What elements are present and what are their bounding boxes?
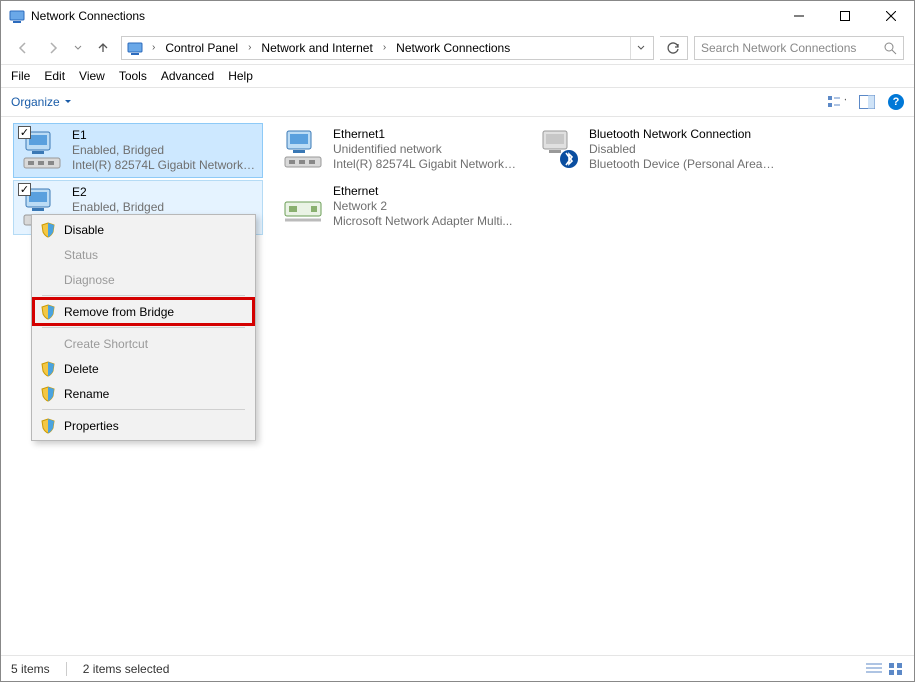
connection-name: E2 — [72, 185, 164, 200]
up-button[interactable] — [91, 36, 115, 60]
window-buttons — [776, 1, 914, 31]
maximize-button[interactable] — [822, 1, 868, 31]
connection-name: Bluetooth Network Connection — [589, 127, 775, 142]
breadcrumb[interactable]: › Control Panel › Network and Internet ›… — [121, 36, 654, 60]
toolbar: Organize ? — [1, 87, 914, 117]
status-bar: 5 items 2 items selected — [1, 655, 914, 681]
connection-item[interactable]: Ethernet Network 2 Microsoft Network Ada… — [275, 180, 525, 235]
connection-device: Intel(R) 82574L Gigabit Network C... — [72, 158, 256, 173]
ctx-label: Delete — [64, 362, 99, 376]
ctx-label: Diagnose — [64, 273, 115, 287]
breadcrumb-item[interactable]: Network and Internet — [257, 41, 376, 55]
connection-name: Ethernet1 — [333, 127, 519, 142]
organize-button[interactable]: Organize — [11, 95, 72, 109]
back-button[interactable] — [11, 36, 35, 60]
ctx-label: Properties — [64, 419, 119, 433]
ctx-remove-from-bridge[interactable]: Remove from Bridge — [34, 299, 253, 324]
menu-help[interactable]: Help — [228, 69, 253, 83]
connection-device: Bluetooth Device (Personal Area ... — [589, 157, 775, 172]
connection-status: Disabled — [589, 142, 775, 157]
organize-label: Organize — [11, 95, 60, 109]
large-icons-view-button[interactable] — [888, 662, 904, 676]
breadcrumb-item[interactable]: Control Panel — [161, 41, 242, 55]
shield-icon — [40, 222, 56, 238]
connection-name: Ethernet — [333, 184, 512, 199]
ctx-label: Status — [64, 248, 98, 262]
ctx-rename[interactable]: Rename — [34, 381, 253, 406]
ethernet-icon — [281, 127, 325, 171]
ethernet-icon: ✓ — [20, 128, 64, 172]
shield-icon — [40, 386, 56, 402]
recent-dropdown[interactable] — [71, 36, 85, 60]
connection-item[interactable]: Bluetooth Network Connection Disabled Bl… — [531, 123, 781, 178]
shield-icon — [40, 361, 56, 377]
ctx-label: Rename — [64, 387, 109, 401]
connection-device: Intel(R) 82574L Gigabit Network C... — [333, 157, 519, 172]
connection-device: Microsoft Network Adapter Multi... — [333, 214, 512, 229]
search-placeholder: Search Network Connections — [701, 41, 883, 55]
ctx-separator — [42, 295, 245, 296]
address-bar: › Control Panel › Network and Internet ›… — [1, 31, 914, 65]
help-button[interactable]: ? — [888, 94, 904, 110]
connection-name: E1 — [72, 128, 256, 143]
titlebar: Network Connections — [1, 1, 914, 31]
menu-view[interactable]: View — [79, 69, 105, 83]
ctx-create-shortcut[interactable]: Create Shortcut — [34, 331, 253, 356]
app-icon — [9, 8, 25, 24]
connection-status: Network 2 — [333, 199, 512, 214]
ctx-label: Create Shortcut — [64, 337, 148, 351]
connection-item[interactable]: ✓ E1 Enabled, Bridged Intel(R) 82574L Gi… — [13, 123, 263, 178]
separator — [66, 662, 67, 676]
refresh-button[interactable] — [660, 36, 688, 60]
menu-tools[interactable]: Tools — [119, 69, 147, 83]
search-input[interactable]: Search Network Connections — [694, 36, 904, 60]
connection-item[interactable]: Ethernet1 Unidentified network Intel(R) … — [275, 123, 525, 178]
ctx-properties[interactable]: Properties — [34, 413, 253, 438]
ctx-label: Disable — [64, 223, 104, 237]
menu-bar: File Edit View Tools Advanced Help — [1, 65, 914, 87]
close-button[interactable] — [868, 1, 914, 31]
chevron-right-icon: › — [148, 42, 159, 53]
network-adapter-icon — [281, 184, 325, 228]
ctx-diagnose[interactable]: Diagnose — [34, 267, 253, 292]
control-panel-icon — [126, 39, 144, 57]
ctx-separator — [42, 327, 245, 328]
connection-status: Enabled, Bridged — [72, 143, 256, 158]
chevron-down-icon — [64, 98, 72, 106]
ctx-status[interactable]: Status — [34, 242, 253, 267]
menu-advanced[interactable]: Advanced — [161, 69, 214, 83]
status-selected-count: 2 items selected — [83, 662, 170, 676]
connection-status: Unidentified network — [333, 142, 519, 157]
address-dropdown[interactable] — [630, 37, 651, 59]
forward-button[interactable] — [41, 36, 65, 60]
menu-file[interactable]: File — [11, 69, 30, 83]
context-menu: Disable Status Diagnose Remove from Brid… — [31, 214, 256, 441]
shield-icon — [40, 418, 56, 434]
menu-edit[interactable]: Edit — [44, 69, 65, 83]
connection-status: Enabled, Bridged — [72, 200, 164, 215]
search-icon — [883, 41, 897, 55]
shield-icon — [40, 304, 56, 320]
details-view-button[interactable] — [866, 662, 882, 676]
ctx-separator — [42, 409, 245, 410]
chevron-right-icon: › — [244, 42, 255, 53]
preview-pane-button[interactable] — [858, 93, 876, 111]
checkbox-icon[interactable]: ✓ — [18, 183, 31, 196]
checkbox-icon[interactable]: ✓ — [18, 126, 31, 139]
window-title: Network Connections — [31, 9, 776, 23]
minimize-button[interactable] — [776, 1, 822, 31]
ctx-disable[interactable]: Disable — [34, 217, 253, 242]
ctx-label: Remove from Bridge — [64, 305, 174, 319]
bluetooth-icon — [537, 127, 581, 171]
view-options-button[interactable] — [828, 93, 846, 111]
chevron-right-icon: › — [379, 42, 390, 53]
ctx-delete[interactable]: Delete — [34, 356, 253, 381]
status-item-count: 5 items — [11, 662, 50, 676]
breadcrumb-item[interactable]: Network Connections — [392, 41, 514, 55]
